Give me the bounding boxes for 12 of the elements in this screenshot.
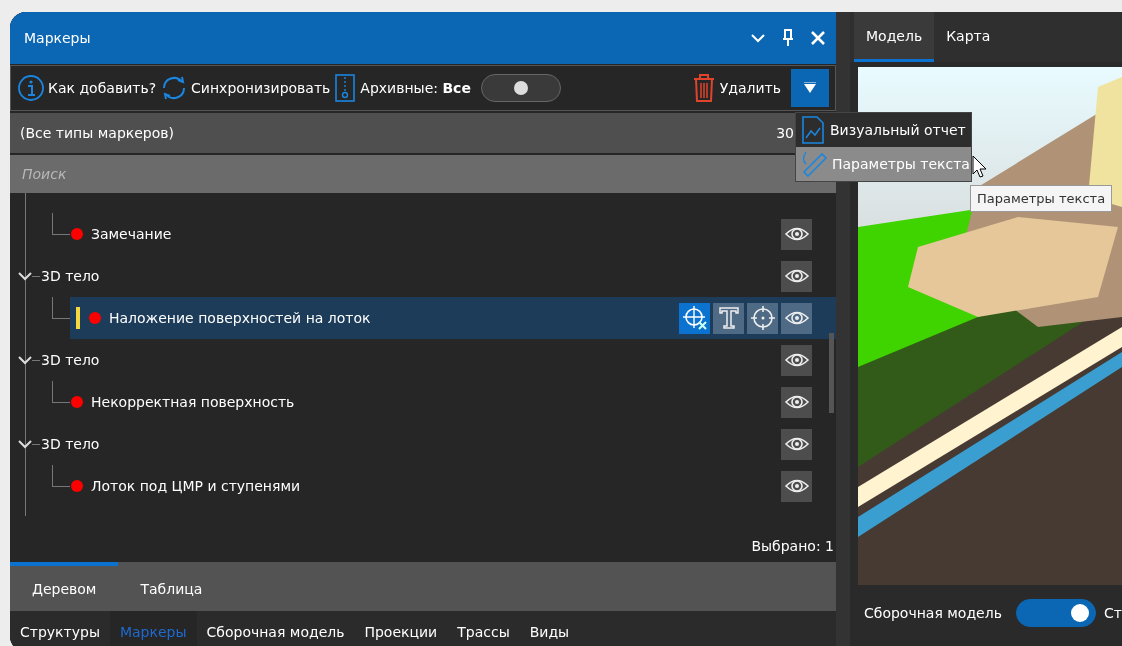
marker-label: Наложение поверхностей на лоток: [109, 310, 371, 326]
assembly-label: Сборочная модель: [864, 604, 1002, 621]
marker-label: Некорректная поверхность: [91, 394, 295, 410]
panel-title: Маркеры: [24, 30, 92, 46]
filter-label: (Все типы маркеров): [20, 125, 174, 141]
next-label: Ст: [1103, 604, 1122, 621]
marker-count: 30: [776, 125, 794, 141]
marker-label: Замечание: [91, 226, 172, 242]
selection-count: Выбрано: 1: [750, 538, 835, 556]
tooltip: Параметры текста: [970, 185, 1113, 212]
archive-label: Архивные: Все: [360, 80, 471, 96]
marker-label: Лоток под ЦМР и ступенями: [91, 478, 301, 494]
